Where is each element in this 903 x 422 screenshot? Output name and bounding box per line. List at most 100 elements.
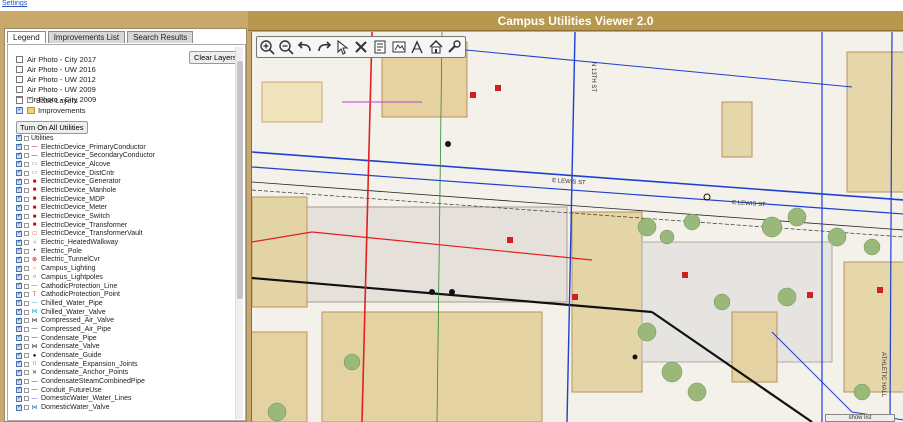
air-photo-item[interactable]: Air Photo - City 2017	[16, 54, 96, 64]
base-layers-item[interactable]: + Base Layers	[16, 95, 86, 105]
layer-item[interactable]: ⋈Chilled_Water_Valve	[16, 307, 155, 317]
checkbox[interactable]	[16, 394, 22, 402]
checkbox[interactable]	[16, 298, 22, 307]
expand-icon[interactable]	[24, 335, 29, 341]
expand-icon[interactable]	[24, 170, 29, 176]
scroll-thumb[interactable]	[237, 61, 243, 299]
utilities-group[interactable]: Utilities	[16, 133, 155, 143]
turn-on-all-utilities-button[interactable]: Turn On All Utilities	[16, 121, 88, 134]
checkbox[interactable]	[16, 220, 22, 229]
expand-icon[interactable]	[24, 361, 29, 367]
layer-item[interactable]: ✧Campus_Lighting	[16, 264, 155, 273]
checkbox[interactable]	[16, 65, 23, 73]
undo-icon[interactable]	[296, 38, 313, 56]
map-canvas[interactable]: E LEWIS ST E LEWIS ST N 13TH ST ATHLETIC…	[252, 32, 903, 422]
expand-icon[interactable]	[24, 161, 29, 167]
expand-icon[interactable]	[24, 144, 29, 150]
checkbox[interactable]	[16, 316, 22, 324]
expand-icon[interactable]	[24, 248, 29, 254]
air-photo-item[interactable]: Air Photo - UW 2016	[16, 64, 96, 74]
checkbox[interactable]	[16, 255, 22, 263]
home-icon[interactable]	[428, 38, 445, 56]
redo-icon[interactable]	[315, 38, 332, 56]
tab-improvements-list[interactable]: Improvements List	[47, 31, 126, 43]
expand-icon[interactable]	[24, 257, 29, 263]
expand-icon[interactable]	[24, 153, 29, 159]
layer-item[interactable]: ■ Electric_HeatedWalkway	[16, 238, 155, 247]
layer-item[interactable]: ⋈Compressed_Air_Valve	[16, 316, 155, 325]
expand-icon[interactable]	[24, 222, 29, 228]
expand-icon[interactable]	[24, 214, 29, 220]
checkbox[interactable]	[16, 168, 22, 177]
layer-item[interactable]: —Compressed_Air_Pipe	[16, 324, 155, 334]
expand-icon[interactable]	[24, 396, 29, 402]
checkbox[interactable]	[16, 264, 22, 272]
checkbox[interactable]	[16, 96, 23, 104]
checkbox[interactable]	[16, 368, 22, 376]
pointer-icon[interactable]	[334, 38, 351, 56]
checkbox[interactable]	[16, 159, 22, 168]
checkbox[interactable]	[16, 151, 22, 159]
checkbox[interactable]	[16, 194, 22, 203]
tab-search-results[interactable]: Search Results	[127, 31, 194, 43]
identify-icon[interactable]	[390, 38, 407, 56]
checkbox[interactable]	[16, 272, 22, 281]
layer-item[interactable]: ∷ Condensate_Expansion_Joints	[16, 359, 155, 369]
zoom-in-icon[interactable]	[259, 38, 276, 56]
expand-icon[interactable]	[24, 266, 29, 272]
expand-icon[interactable]	[24, 326, 29, 332]
layer-item[interactable]: —CondensateSteamCombinedPipe	[16, 377, 155, 386]
layer-item[interactable]: —ElectricDevice_SecondaryConductor	[16, 151, 155, 160]
legend-scrollbar[interactable]	[235, 47, 243, 419]
checkbox[interactable]	[16, 246, 22, 255]
air-photo-item[interactable]: Air Photo - UW 2012	[16, 74, 96, 84]
checkbox[interactable]	[16, 203, 22, 211]
checkbox[interactable]	[16, 142, 22, 151]
expand-icon[interactable]	[24, 274, 29, 280]
checkbox[interactable]	[16, 75, 23, 83]
expand-icon[interactable]	[24, 187, 29, 193]
expand-icon[interactable]	[24, 283, 29, 289]
checkbox[interactable]	[16, 342, 22, 350]
expand-icon[interactable]	[24, 344, 29, 350]
checkbox[interactable]	[16, 290, 22, 298]
air-photo-item[interactable]: Air Photo - UW 2009	[16, 84, 96, 94]
clear-icon[interactable]	[353, 38, 370, 56]
layer-item[interactable]: ⋈Condensate_Valve	[16, 342, 155, 352]
layer-item[interactable]: ■ ElectricDevice_Meter	[16, 203, 155, 213]
layer-item[interactable]: ⊗Electric_TunnelCvr	[16, 255, 155, 265]
layer-item[interactable]: —ElectricDevice_PrimaryConductor	[16, 142, 155, 152]
expand-icon[interactable]	[24, 231, 29, 237]
expand-icon[interactable]: +	[27, 97, 33, 103]
expand-icon[interactable]	[24, 309, 29, 315]
layer-item[interactable]: □ ElectricDevice_TransformerVault	[16, 229, 155, 239]
layer-item[interactable]: ▭ElectricDevice_Alcove	[16, 159, 155, 169]
layer-item[interactable]: —Conduit_FutureUse	[16, 385, 155, 395]
improvements-item[interactable]: Improvements	[16, 105, 86, 115]
checkbox[interactable]	[16, 133, 22, 142]
expand-icon[interactable]	[24, 353, 29, 359]
layer-item[interactable]: ■ ElectricDevice_Transformer	[16, 220, 155, 230]
expand-icon[interactable]	[24, 240, 29, 246]
map-view[interactable]: E LEWIS ST E LEWIS ST N 13TH ST ATHLETIC…	[251, 32, 903, 422]
status-bar[interactable]: show list	[825, 414, 895, 422]
checkbox[interactable]	[16, 403, 22, 411]
layer-item[interactable]: ✕Condensate_Anchor_Points	[16, 368, 155, 378]
checkbox[interactable]	[16, 105, 23, 114]
checkbox[interactable]	[16, 229, 22, 237]
layer-item[interactable]: ■ ElectricDevice_MDP	[16, 194, 155, 204]
expand-icon[interactable]	[24, 179, 29, 185]
layer-item[interactable]: ○ Campus_Lightpoles	[16, 272, 155, 282]
layer-item[interactable]: ■ ElectricDevice_Switch	[16, 212, 155, 221]
clear-layers-button[interactable]: Clear Layers	[189, 51, 242, 64]
print-icon[interactable]	[371, 38, 388, 56]
measure-icon[interactable]	[409, 38, 426, 56]
layer-item[interactable]: ■ ElectricDevice_Manhole	[16, 185, 155, 195]
checkbox[interactable]	[16, 212, 22, 220]
expand-icon[interactable]	[24, 370, 29, 376]
layer-item[interactable]: —DomesticWater_Water_Lines	[16, 394, 155, 404]
expand-icon[interactable]	[24, 405, 29, 411]
layer-item[interactable]: —Condensate_Pipe	[16, 333, 155, 343]
expand-icon[interactable]	[24, 196, 29, 202]
checkbox[interactable]	[16, 333, 22, 342]
